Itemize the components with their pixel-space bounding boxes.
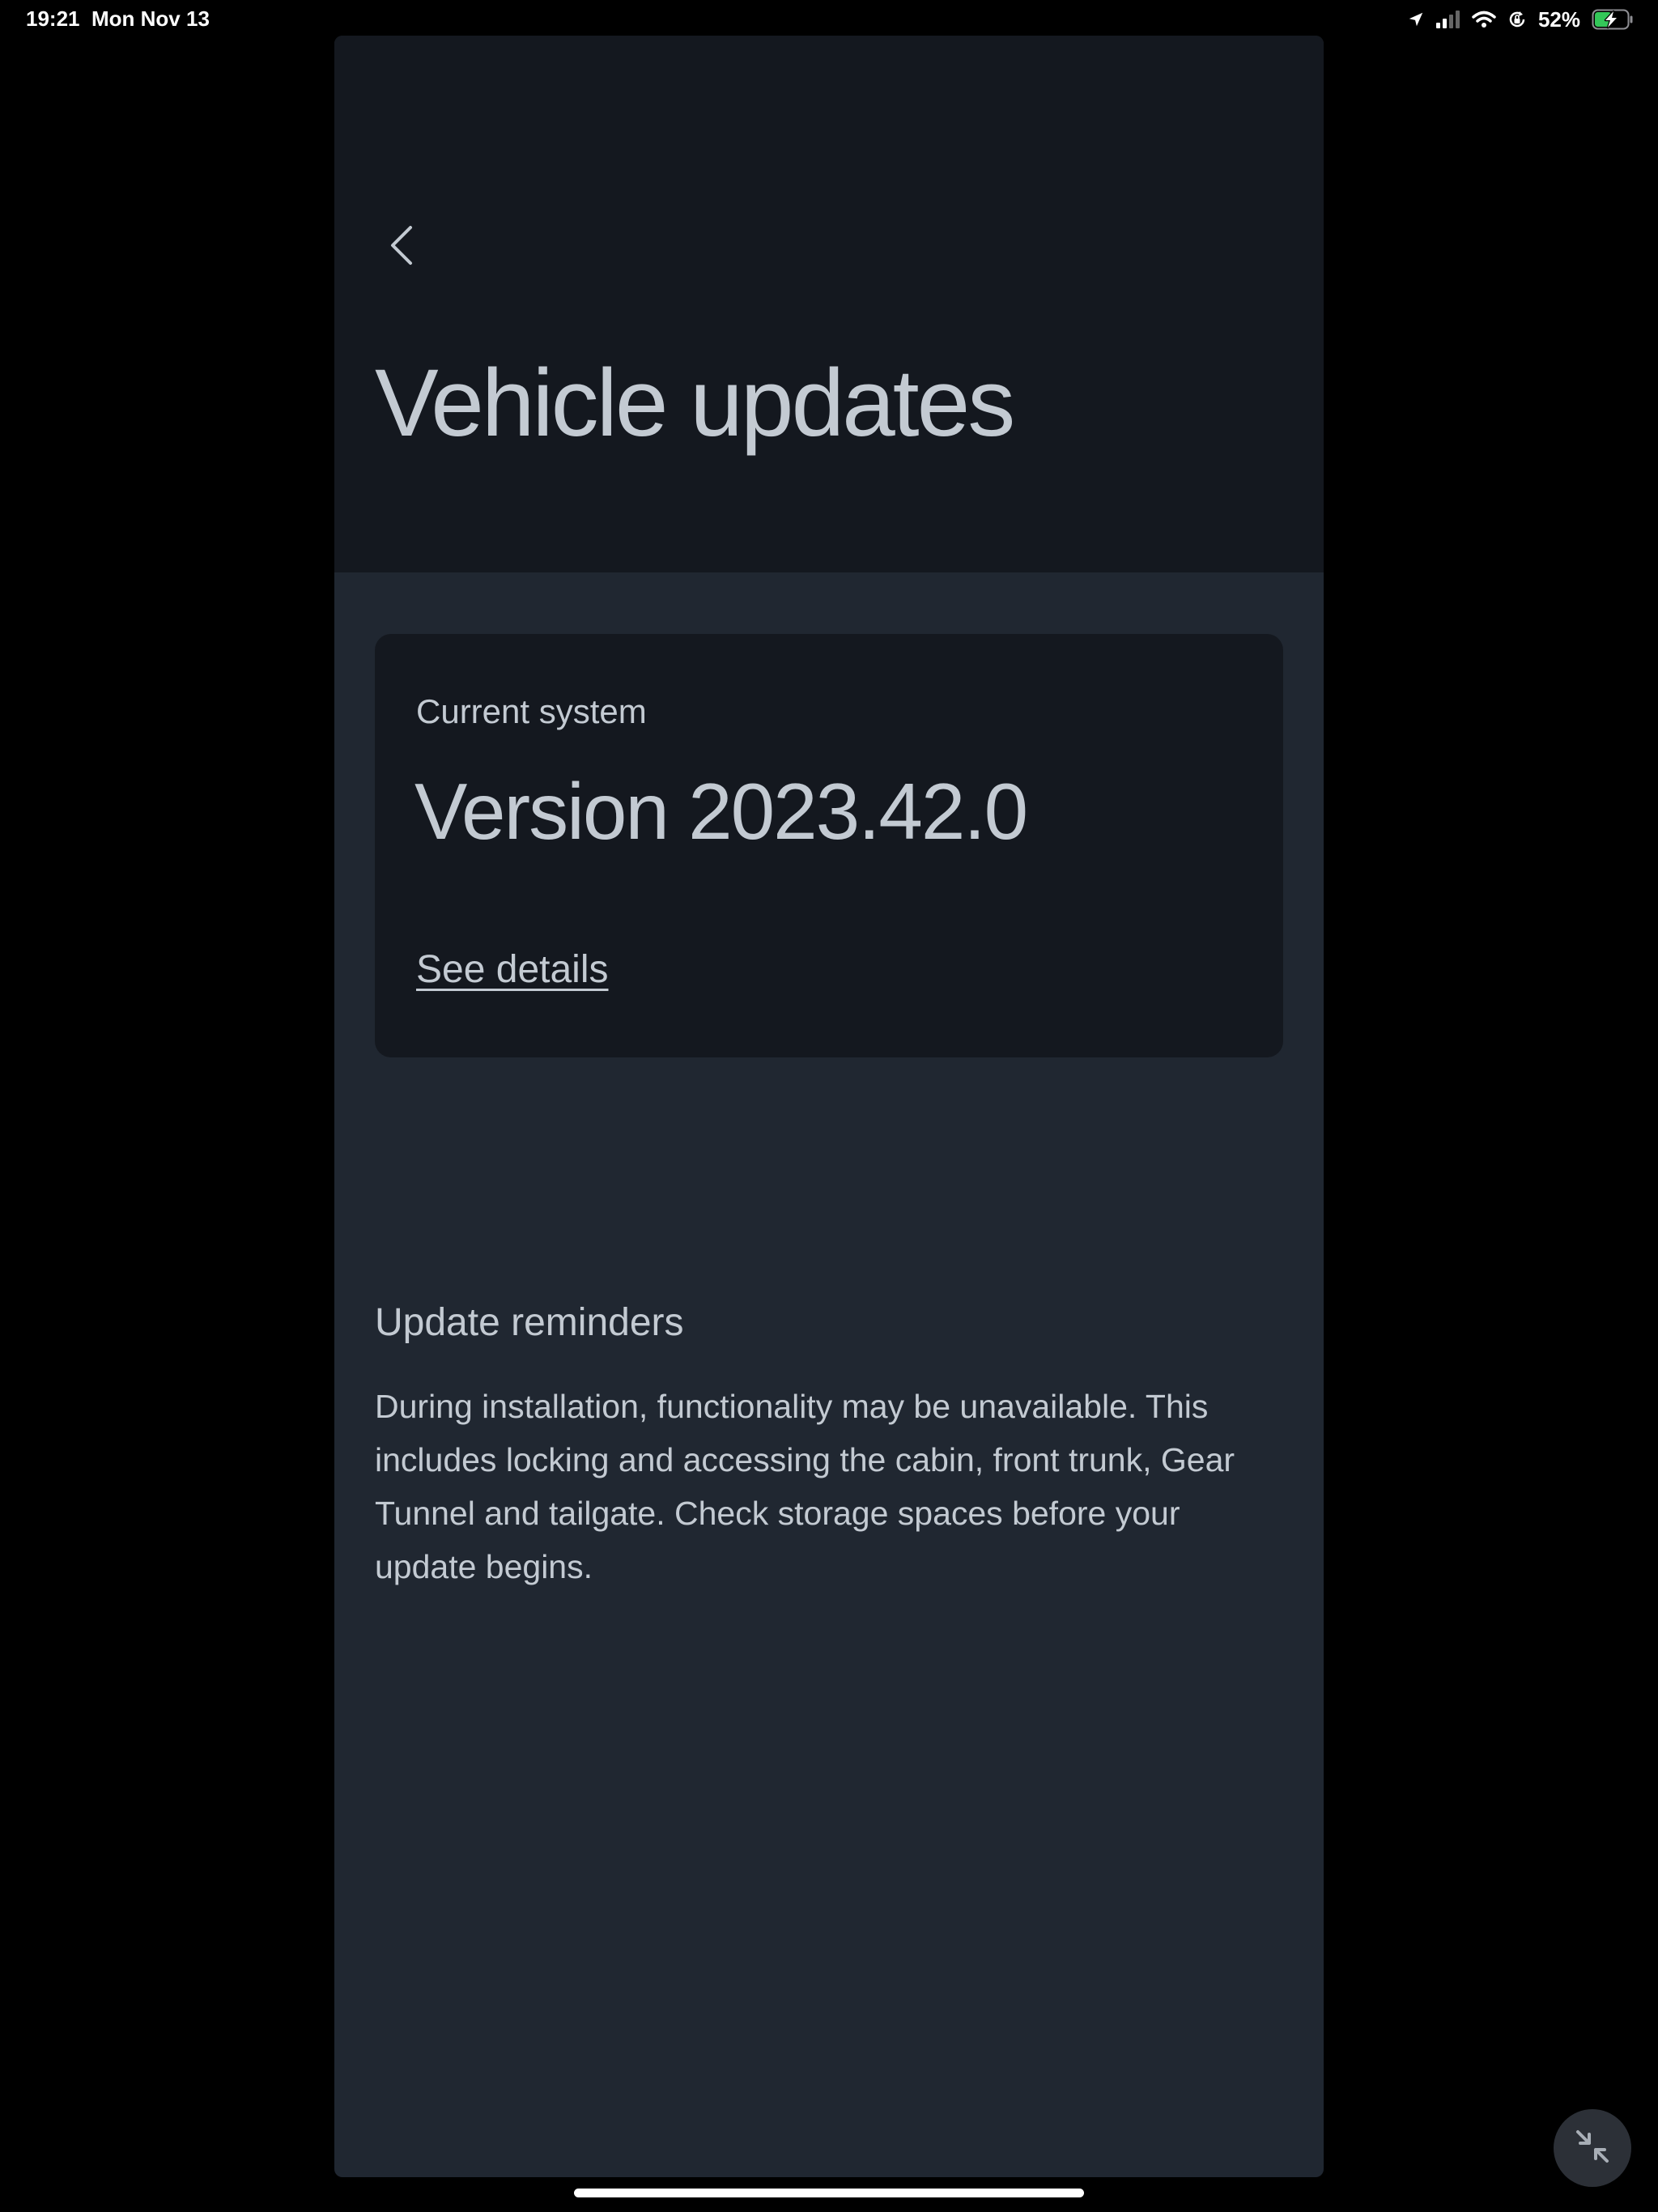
screen: 19:21 Mon Nov 13 52% Vehicle updates Cur… (0, 0, 1658, 2212)
status-date: Mon Nov 13 (91, 6, 210, 31)
current-system-card: Current system Version 2023.42.0 See det… (375, 634, 1283, 1057)
app-window: Vehicle updates Current system Version 2… (334, 36, 1324, 2177)
minimize-arrows-icon (1573, 2127, 1612, 2170)
home-indicator[interactable] (574, 2189, 1084, 2197)
back-button[interactable] (377, 219, 426, 275)
update-reminders-title: Update reminders (375, 1301, 684, 1344)
status-icons: 52% (1407, 6, 1634, 32)
minimize-button[interactable] (1554, 2109, 1631, 2187)
status-time: 19:21 (26, 6, 80, 31)
battery-percent: 52% (1537, 6, 1580, 32)
status-bar: 19:21 Mon Nov 13 52% (0, 0, 1658, 39)
chevron-left-icon (388, 224, 415, 270)
update-reminders-body: During installation, functionality may b… (375, 1388, 1235, 1585)
location-arrow-icon (1407, 11, 1425, 28)
see-details-link[interactable]: See details (416, 951, 609, 989)
page-header: Vehicle updates (334, 36, 1324, 572)
page-title: Vehicle updates (375, 350, 1015, 457)
battery-charging-icon (1592, 9, 1634, 30)
version-number: Version 2023.42.0 (414, 767, 1028, 856)
cellular-signal-icon (1435, 11, 1460, 28)
wifi-icon (1472, 11, 1496, 28)
current-system-label: Current system (416, 692, 647, 730)
orientation-lock-icon (1507, 10, 1527, 29)
